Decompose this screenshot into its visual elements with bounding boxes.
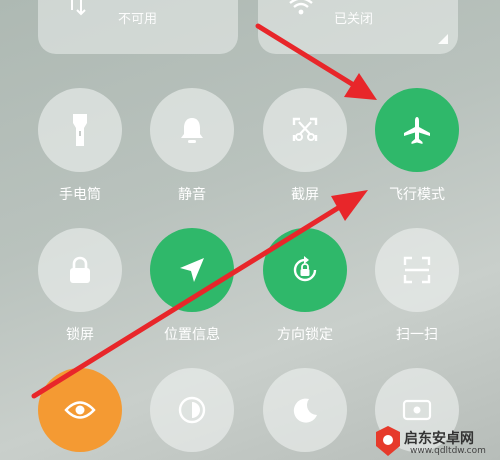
watermark-url: www.qdltdw.com [410,446,486,456]
watermark-text: 启东安卓网 [404,431,474,447]
annotation-arrows [31,23,377,399]
annotation-arrow-top [255,23,377,100]
annotation-arrow-bottom [31,190,368,399]
watermark-logo [374,424,402,458]
